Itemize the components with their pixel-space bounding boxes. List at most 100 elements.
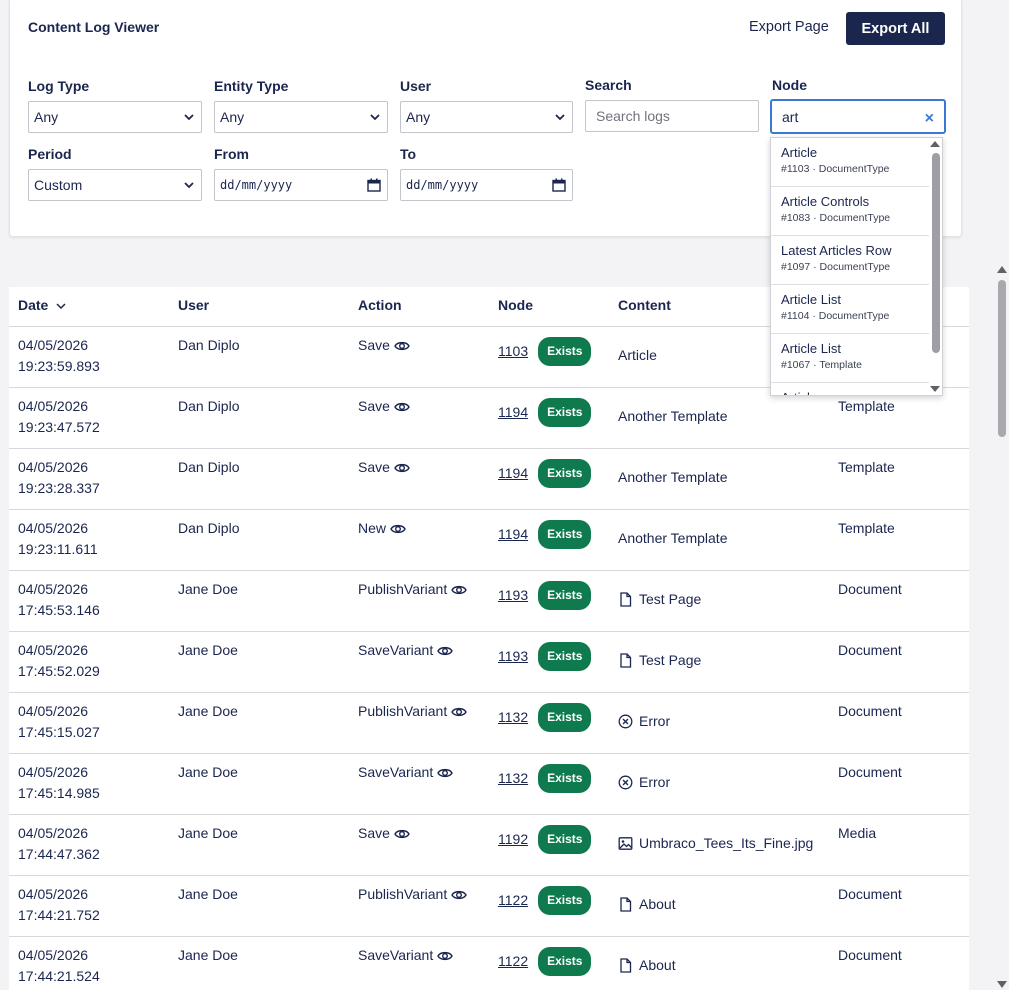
node-suggestion-item[interactable]: Article List #1067 · Template xyxy=(771,334,929,383)
status-badge: Exists xyxy=(538,886,592,915)
node-cell: 1132 Exists xyxy=(498,764,592,793)
scroll-up-icon[interactable] xyxy=(997,266,1007,273)
node-suggestion-item[interactable]: Article Controls #1083 · DocumentType xyxy=(771,187,929,236)
status-badge: Exists xyxy=(538,825,592,854)
node-input[interactable]: art × xyxy=(770,99,946,134)
user-cell: Dan Diplo xyxy=(178,337,240,353)
export-all-button[interactable]: Export All xyxy=(846,12,945,45)
date-value: 04/05/2026 xyxy=(18,459,89,475)
calendar-icon[interactable] xyxy=(367,178,381,192)
node-suggestion-item[interactable]: Article #1103 · DocumentType xyxy=(771,138,929,187)
search-input[interactable]: Search logs xyxy=(585,100,759,132)
action-label: PublishVariant xyxy=(358,886,448,902)
eye-icon[interactable] xyxy=(390,521,406,537)
status-badge: Exists xyxy=(538,581,592,610)
content-name: About xyxy=(639,957,676,973)
document-icon xyxy=(620,653,632,668)
eye-icon[interactable] xyxy=(394,826,410,842)
node-suggestion-item[interactable]: Article List #1104 · DocumentType xyxy=(771,285,929,334)
node-suggestion-meta: #1103 · DocumentType xyxy=(781,163,890,175)
page-scrollbar[interactable] xyxy=(995,262,1009,990)
user-cell: Jane Doe xyxy=(178,825,238,841)
node-suggestion-name: Article Controls xyxy=(781,194,870,209)
chevron-down-icon xyxy=(555,114,565,121)
entity-type-select[interactable]: Any xyxy=(214,101,388,133)
clear-icon[interactable]: × xyxy=(925,110,934,128)
content-cell: Another Template xyxy=(618,528,727,549)
node-link[interactable]: 1132 xyxy=(498,707,528,728)
eye-icon[interactable] xyxy=(394,338,410,354)
log-type-select[interactable]: Any xyxy=(28,101,202,133)
document-icon xyxy=(620,592,632,607)
date-value: 04/05/2026 xyxy=(18,947,89,963)
table-row: 04/05/2026 17:45:52.029 Jane Doe SaveVarian… xyxy=(9,632,969,693)
date-value: 04/05/2026 xyxy=(18,398,89,414)
action-label: SaveVariant xyxy=(358,764,434,780)
scrollbar-thumb[interactable] xyxy=(998,280,1006,437)
user-select[interactable]: Any xyxy=(400,101,573,133)
from-date-input[interactable]: dd/mm/yyyy xyxy=(214,169,388,201)
content-name: Another Template xyxy=(618,469,728,485)
content-cell: Test Page xyxy=(618,589,701,610)
time-value: 19:23:28.337 xyxy=(18,480,100,496)
content-name: Another Template xyxy=(618,530,728,546)
eye-icon[interactable] xyxy=(451,887,468,903)
user-label: User xyxy=(400,78,432,94)
dropdown-scrollbar-thumb[interactable] xyxy=(932,153,940,353)
eye-icon[interactable] xyxy=(437,765,454,781)
action-label: PublishVariant xyxy=(358,581,448,597)
node-link[interactable]: 1193 xyxy=(498,585,528,606)
node-link[interactable]: 1122 xyxy=(498,951,528,972)
node-suggestion-meta: #1083 · DocumentType xyxy=(781,212,891,224)
to-date-input[interactable]: dd/mm/yyyy xyxy=(400,169,573,201)
content-type-cell: Document xyxy=(838,947,902,963)
node-link[interactable]: 1132 xyxy=(498,768,528,789)
node-cell: 1193 Exists xyxy=(498,642,592,671)
image-icon xyxy=(618,837,633,850)
node-link[interactable]: 1192 xyxy=(498,829,528,850)
content-cell: About xyxy=(618,955,676,976)
content-cell: Error xyxy=(618,772,670,793)
node-link[interactable]: 1194 xyxy=(498,524,528,545)
node-suggestions-dropdown[interactable]: Article #1103 · DocumentType Article Contr… xyxy=(770,137,943,396)
node-link[interactable]: 1194 xyxy=(498,463,528,484)
period-select[interactable]: Custom xyxy=(28,169,202,201)
action-cell: Save xyxy=(358,823,410,844)
scroll-down-icon[interactable] xyxy=(997,981,1007,988)
eye-icon[interactable] xyxy=(394,399,410,415)
eye-icon[interactable] xyxy=(437,948,454,964)
period-value: Custom xyxy=(34,177,83,193)
eye-icon[interactable] xyxy=(451,704,468,720)
date-cell: 04/05/2026 17:45:15.027 xyxy=(18,701,100,743)
date-cell: 04/05/2026 17:45:52.029 xyxy=(18,640,100,682)
node-suggestion-meta: #1097 · DocumentType xyxy=(781,261,891,273)
date-cell: 04/05/2026 17:45:14.985 xyxy=(18,762,100,804)
sort-descending-icon[interactable] xyxy=(56,302,66,310)
content-cell: Error xyxy=(618,711,670,732)
user-cell: Jane Doe xyxy=(178,764,238,780)
node-suggestion-item[interactable]: Article xyxy=(771,383,929,395)
scroll-down-icon[interactable] xyxy=(930,386,940,392)
node-link[interactable]: 1193 xyxy=(498,646,528,667)
date-value: 04/05/2026 xyxy=(18,520,89,536)
calendar-icon[interactable] xyxy=(552,178,566,192)
action-cell: PublishVariant xyxy=(358,884,468,905)
status-badge: Exists xyxy=(538,520,592,549)
column-date[interactable]: Date xyxy=(18,297,66,313)
eye-icon[interactable] xyxy=(451,582,468,598)
node-suggestion-item[interactable]: Latest Articles Row #1097 · DocumentType xyxy=(771,236,929,285)
date-value: 04/05/2026 xyxy=(18,642,89,658)
date-cell: 04/05/2026 19:23:59.893 xyxy=(18,335,100,377)
column-action: Action xyxy=(358,297,402,313)
action-label: SaveVariant xyxy=(358,947,434,963)
action-label: SaveVariant xyxy=(358,642,434,658)
content-type-cell: Template xyxy=(838,398,895,414)
node-link[interactable]: 1103 xyxy=(498,341,528,362)
export-page-button[interactable]: Export Page xyxy=(749,19,829,35)
node-link[interactable]: 1122 xyxy=(498,890,528,911)
scroll-up-icon[interactable] xyxy=(930,141,940,147)
status-badge: Exists xyxy=(538,459,592,488)
eye-icon[interactable] xyxy=(394,460,410,476)
eye-icon[interactable] xyxy=(437,643,454,659)
node-link[interactable]: 1194 xyxy=(498,402,528,423)
